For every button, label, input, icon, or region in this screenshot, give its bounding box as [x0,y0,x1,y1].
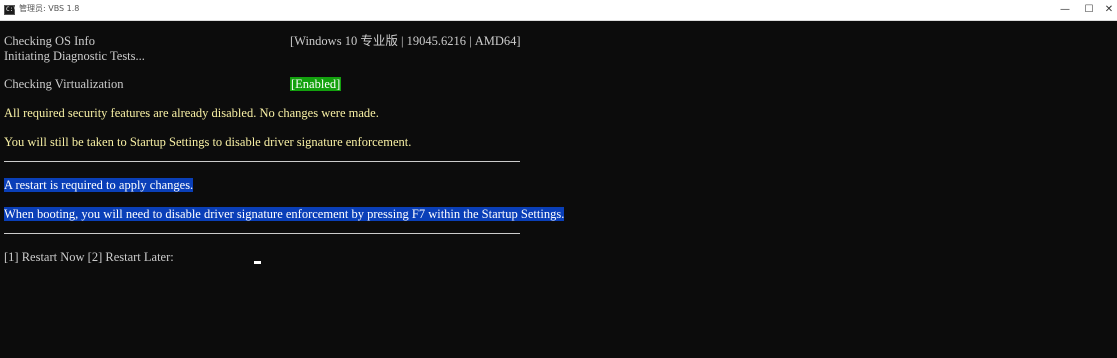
window-title: 管理员: VBS 1.8 [19,4,80,13]
restart-prompt: [1] Restart Now [2] Restart Later: [4,250,177,264]
os-check-value: [Windows 10 专业版 | 19045.6216 | AMD64] [290,34,521,48]
os-check-label: Checking OS Info [4,34,95,48]
booting-instructions-message: When booting, you will need to disable d… [4,207,565,221]
title-bar[interactable]: C:\ 管理员: VBS 1.8 — ☐ ✕ [0,0,1117,21]
virtualization-status-badge: [Enabled] [290,77,342,91]
console-app-icon: C:\ [4,5,17,15]
security-message: All required security features are alrea… [4,106,379,120]
divider-top [4,161,520,162]
startup-message: You will still be taken to Startup Setti… [4,135,412,149]
restart-required-message: A restart is required to apply changes. [4,178,194,192]
terminal-output[interactable]: Checking OS Info [Windows 10 专业版 | 19045… [0,20,1117,358]
diagnostic-line: Initiating Diagnostic Tests... [4,49,145,63]
close-button[interactable]: ✕ [1092,0,1117,20]
virtualization-check-label: Checking Virtualization [4,77,124,91]
divider-bottom [4,233,520,234]
text-cursor[interactable] [254,261,261,264]
